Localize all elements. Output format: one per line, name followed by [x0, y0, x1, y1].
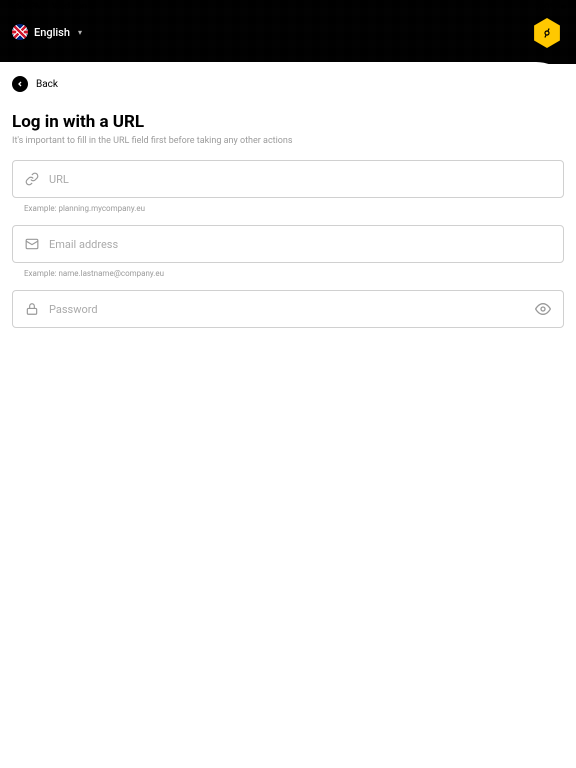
back-label: Back [36, 79, 58, 90]
page-subtitle: It's important to fill in the URL field … [12, 136, 564, 146]
password-input-wrap[interactable] [12, 290, 564, 328]
status-date: Wed Jan 8 [52, 2, 94, 12]
url-input[interactable] [49, 173, 551, 186]
status-battery: 100% [534, 3, 556, 13]
password-input[interactable] [49, 303, 525, 316]
lock-icon [25, 302, 39, 316]
language-label: English [34, 26, 70, 39]
back-arrow-icon [12, 76, 28, 92]
link-icon [25, 172, 39, 186]
bee-icon [539, 25, 554, 40]
back-button[interactable]: Back [12, 76, 564, 92]
language-selector[interactable]: English ▾ [12, 24, 82, 40]
eye-icon[interactable] [535, 301, 551, 317]
uk-flag-icon [12, 24, 28, 40]
page-title: Log in with a URL [12, 112, 564, 132]
content-sheet: Back Log in with a URL It's important to… [0, 62, 576, 768]
url-input-wrap[interactable] [12, 160, 564, 198]
status-bar: 4:36 PM Wed Jan 8 100% ■ [0, 0, 576, 14]
email-input-wrap[interactable] [12, 225, 564, 263]
email-hint: Example: name.lastname@company.eu [24, 269, 564, 278]
email-input[interactable] [49, 238, 551, 251]
mail-icon [25, 237, 39, 251]
url-hint: Example: planning.mycompany.eu [24, 204, 564, 213]
chevron-down-icon: ▾ [78, 28, 82, 37]
status-time: 4:36 PM [10, 2, 43, 12]
